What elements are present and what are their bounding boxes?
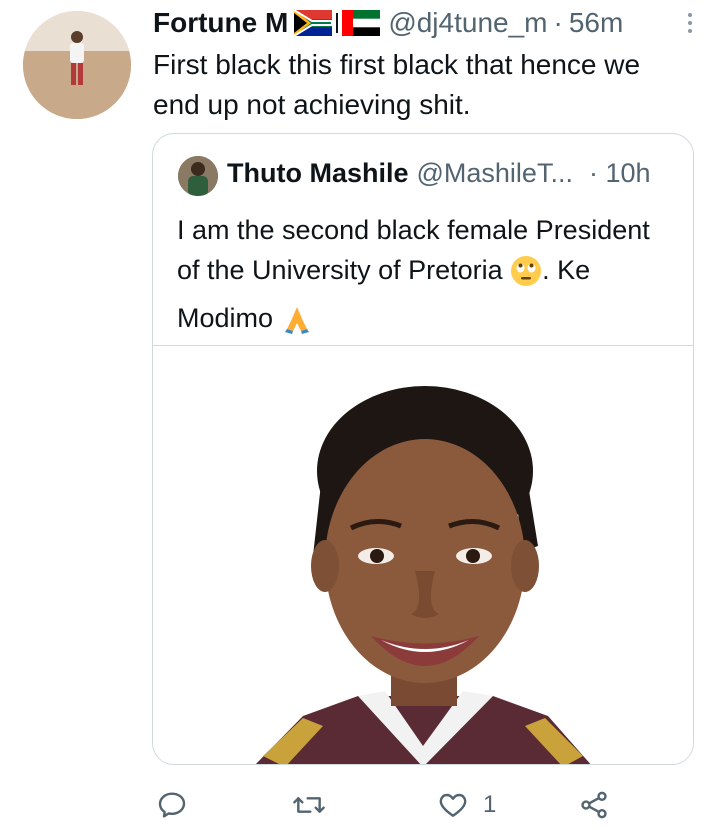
quoted-tweet-header: Thuto Mashile @MashileT... · 10h — [227, 158, 651, 189]
portrait-photo — [153, 346, 692, 764]
author-handle[interactable]: @dj4tune_m — [388, 7, 547, 39]
tweet-action-bar: 1 — [152, 786, 622, 824]
retweet-icon — [293, 797, 325, 813]
time-separator: · — [553, 7, 563, 38]
like-button[interactable]: 1 — [437, 786, 496, 824]
folded-hands-emoji-icon — [281, 303, 313, 346]
quoted-author-handle: @MashileT... — [416, 158, 573, 188]
uae-flag-icon — [342, 10, 381, 36]
share-button[interactable] — [578, 786, 610, 824]
retweet-button[interactable] — [291, 786, 327, 824]
avatar-photo — [23, 11, 131, 119]
rolling-eyes-emoji-icon — [510, 255, 542, 298]
quoted-author-name: Thuto Mashile — [227, 158, 409, 188]
author-flags — [294, 10, 381, 36]
tweet-time[interactable]: 56m — [569, 7, 623, 39]
quoted-tweet-image[interactable] — [153, 345, 693, 764]
author-avatar[interactable] — [23, 11, 131, 119]
reply-icon — [158, 792, 186, 818]
flag-separator — [336, 13, 339, 33]
tweet-header: Fortune M @dj4tune_m · 56m — [153, 6, 696, 40]
quoted-tweet-card[interactable]: Thuto Mashile @MashileT... · 10h I am th… — [152, 133, 694, 765]
like-count: 1 — [483, 791, 497, 818]
reply-button[interactable] — [156, 786, 188, 824]
tweet-text: First black this first black that hence … — [153, 49, 641, 120]
heart-icon — [439, 793, 467, 817]
quoted-tweet-text: I am the second black female President o… — [177, 210, 677, 346]
quoted-author-avatar — [178, 156, 218, 196]
author-name[interactable]: Fortune M — [153, 7, 288, 39]
more-options-icon[interactable] — [682, 6, 698, 40]
quoted-tweet-time: · 10h — [588, 158, 651, 188]
quoted-avatar-photo — [178, 156, 218, 196]
share-icon — [581, 791, 607, 819]
south-africa-flag-icon — [294, 10, 333, 36]
